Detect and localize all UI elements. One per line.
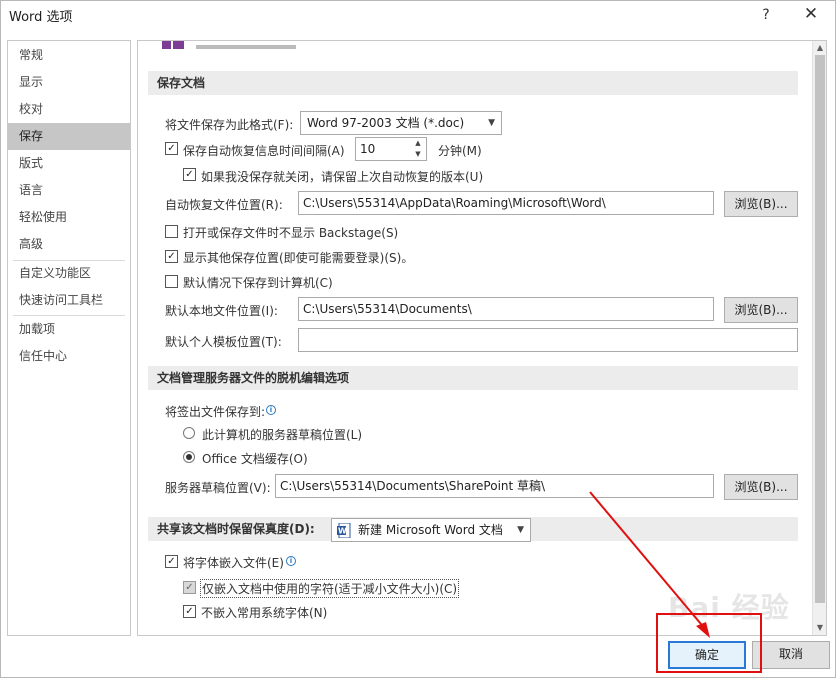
sidebar-item-save[interactable]: 保存 bbox=[8, 123, 130, 150]
stepper-down-icon[interactable]: ▼ bbox=[412, 149, 424, 160]
save-format-value: Word 97-2003 文档 (*.doc) bbox=[307, 116, 465, 130]
server-drafts-radio[interactable] bbox=[183, 427, 195, 439]
sidebar: 常规 显示 校对 保存 版式 语言 轻松使用 高级 自定义功能区 快速访问工具栏… bbox=[7, 40, 131, 636]
no-backstage-label: 打开或保存文件时不显示 Backstage(S) bbox=[183, 226, 399, 240]
sidebar-item-quick-access-toolbar[interactable]: 快速访问工具栏 bbox=[8, 287, 130, 314]
browse-autorecover-button[interactable]: 浏览(B)... bbox=[724, 191, 798, 217]
close-button[interactable]: ✕ bbox=[800, 3, 822, 25]
stepper-up-icon[interactable]: ▲ bbox=[412, 138, 424, 149]
sidebar-item-trust-center[interactable]: 信任中心 bbox=[8, 343, 130, 370]
embed-used-chars-checkbox[interactable]: ✓ bbox=[183, 581, 196, 594]
sidebar-item-general[interactable]: 常规 bbox=[8, 42, 130, 69]
no-backstage-checkbox[interactable] bbox=[165, 225, 178, 238]
sidebar-item-proofing[interactable]: 校对 bbox=[8, 96, 130, 123]
help-button[interactable]: ? bbox=[756, 4, 776, 26]
local-location-input[interactable]: C:\Users\55314\Documents\ bbox=[298, 297, 714, 321]
scroll-up-icon[interactable]: ▲ bbox=[813, 41, 827, 55]
minutes-label: 分钟(M) bbox=[438, 144, 482, 158]
cancel-button[interactable]: 取消 bbox=[752, 641, 830, 669]
annotation-arrow bbox=[589, 491, 710, 638]
dialog-title: Word 选项 bbox=[9, 10, 73, 25]
autorecover-minutes-value: 10 bbox=[360, 142, 376, 156]
sidebar-item-customize-ribbon[interactable]: 自定义功能区 bbox=[8, 260, 130, 287]
chevron-down-icon: ▼ bbox=[517, 525, 524, 535]
embed-fonts-label: 将字体嵌入文件(E) bbox=[183, 556, 284, 570]
partial-section-icon bbox=[162, 41, 296, 49]
save-to-computer-label: 默认情况下保存到计算机(C) bbox=[183, 276, 333, 290]
save-checked-out-label: 将签出文件保存到: bbox=[165, 405, 266, 419]
save-format-dropdown[interactable]: Word 97-2003 文档 (*.doc) ▼ bbox=[300, 111, 502, 135]
office-cache-radio-label: Office 文档缓存(O) bbox=[202, 452, 308, 466]
sidebar-item-language[interactable]: 语言 bbox=[8, 177, 130, 204]
keep-last-version-checkbox[interactable]: ✓ bbox=[183, 168, 196, 181]
no-common-fonts-label: 不嵌入常用系统字体(N) bbox=[201, 606, 328, 620]
scroll-down-icon[interactable]: ▼ bbox=[813, 621, 827, 635]
save-format-label: 将文件保存为此格式(F): bbox=[165, 118, 294, 132]
info-icon: i bbox=[286, 556, 296, 566]
autorecover-location-label: 自动恢复文件位置(R): bbox=[165, 198, 283, 212]
show-other-locations-checkbox[interactable]: ✓ bbox=[165, 250, 178, 263]
sidebar-item-advanced[interactable]: 高级 bbox=[8, 231, 130, 258]
autorecover-checkbox[interactable]: ✓ bbox=[165, 142, 178, 155]
svg-text:W: W bbox=[338, 527, 347, 536]
autorecover-label: 保存自动恢复信息时间间隔(A) bbox=[183, 144, 345, 158]
autorecover-location-input[interactable]: C:\Users\55314\AppData\Roaming\Microsoft… bbox=[298, 191, 714, 215]
fidelity-document-dropdown[interactable]: W 新建 Microsoft Word 文档 ▼ bbox=[331, 518, 531, 542]
embed-fonts-checkbox[interactable]: ✓ bbox=[165, 555, 178, 568]
info-icon: i bbox=[266, 405, 276, 415]
chevron-down-icon: ▼ bbox=[488, 118, 495, 128]
no-common-fonts-checkbox[interactable]: ✓ bbox=[183, 605, 196, 618]
browse-drafts-button[interactable]: 浏览(B)... bbox=[724, 474, 798, 500]
fidelity-document-value: 新建 Microsoft Word 文档 bbox=[358, 523, 503, 537]
template-location-input[interactable] bbox=[298, 328, 798, 352]
word-document-icon: W bbox=[337, 523, 351, 538]
local-location-label: 默认本地文件位置(I): bbox=[165, 304, 278, 318]
keep-last-version-label: 如果我没保存就关闭，请保留上次自动恢复的版本(U) bbox=[201, 170, 484, 184]
office-cache-radio[interactable] bbox=[183, 451, 195, 463]
server-drafts-radio-label: 此计算机的服务器草稿位置(L) bbox=[202, 428, 363, 442]
sidebar-item-layout[interactable]: 版式 bbox=[8, 150, 130, 177]
show-other-locations-label: 显示其他保存位置(即使可能需要登录)(S)。 bbox=[183, 251, 414, 265]
autorecover-minutes-stepper[interactable]: 10 ▲ ▼ bbox=[355, 137, 427, 161]
sidebar-item-addins[interactable]: 加载项 bbox=[8, 316, 130, 343]
sidebar-item-accessibility[interactable]: 轻松使用 bbox=[8, 204, 130, 231]
section-header-offline: 文档管理服务器文件的脱机编辑选项 bbox=[148, 366, 798, 390]
drafts-location-label: 服务器草稿位置(V): bbox=[165, 481, 271, 495]
sidebar-item-display[interactable]: 显示 bbox=[8, 69, 130, 96]
template-location-label: 默认个人模板位置(T): bbox=[165, 335, 282, 349]
save-to-computer-checkbox[interactable] bbox=[165, 275, 178, 288]
browse-local-button[interactable]: 浏览(B)... bbox=[724, 297, 798, 323]
section-header-save: 保存文档 bbox=[148, 71, 798, 95]
vertical-scrollbar[interactable]: ▲ ▼ bbox=[812, 41, 826, 635]
embed-used-chars-label: 仅嵌入文档中使用的字符(适于减小文件大小)(C) bbox=[200, 579, 460, 598]
scroll-thumb[interactable] bbox=[815, 55, 825, 603]
